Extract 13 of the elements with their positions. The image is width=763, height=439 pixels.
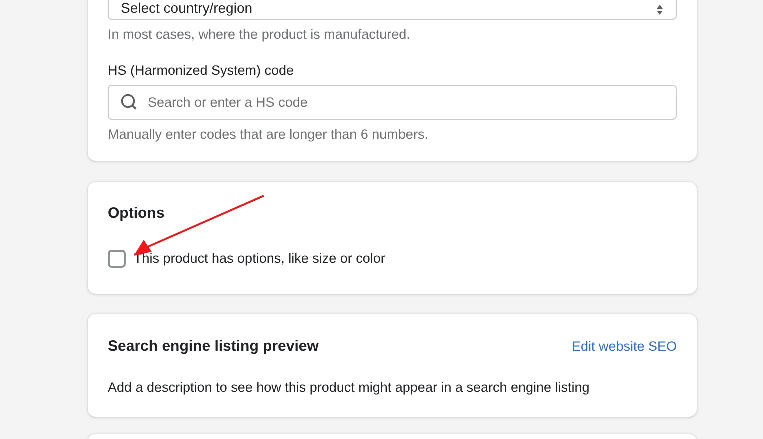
card-title: Options	[108, 204, 166, 224]
search-icon	[120, 93, 138, 111]
select-arrows-icon	[656, 4, 664, 16]
help-text: Manually enter codes that are longer than 6 numbers.	[108, 127, 430, 143]
checkbox[interactable]	[108, 250, 126, 268]
seo-description: Add a description to see how this product might appear in a search engine listing	[108, 379, 591, 398]
help-text: In most cases, where the product is manufactured.	[108, 27, 412, 43]
card-title: Search engine listing preview	[108, 337, 319, 358]
country-select[interactable]: Select country/region	[108, 0, 677, 20]
checkbox-label: This product has options, like size or color	[134, 250, 386, 268]
hs-code-field[interactable]: Search or enter a HS code	[108, 85, 677, 120]
field-label: HS (Harmonized System) code	[108, 63, 296, 79]
edit-seo-link[interactable]: Edit website SEO	[572, 337, 677, 358]
